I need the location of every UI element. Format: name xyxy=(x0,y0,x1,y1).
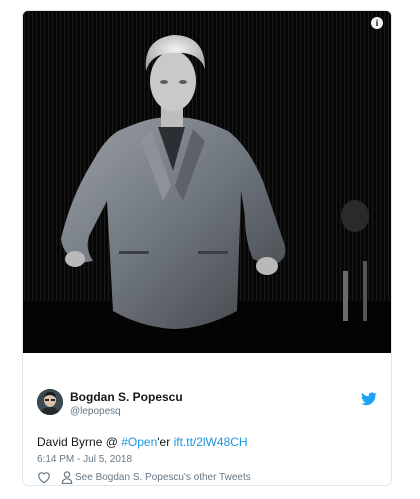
short-link[interactable]: ift.tt/2lW48CH xyxy=(174,435,248,449)
heart-icon[interactable] xyxy=(37,471,51,484)
tweet-photo[interactable]: i xyxy=(23,11,391,353)
tweet-text: David Byrne @ #Open'er ift.tt/2lW48CH xyxy=(37,435,248,449)
concert-photo-image xyxy=(23,11,391,353)
info-icon[interactable]: i xyxy=(371,17,383,29)
avatar-image xyxy=(37,389,63,415)
person-icon xyxy=(61,471,73,484)
author-name[interactable]: Bogdan S. Popescu xyxy=(70,390,183,404)
tweet-text-suffix: 'er xyxy=(157,435,174,449)
tweet-author[interactable]: Bogdan S. Popescu @lepopesq xyxy=(37,389,377,421)
hashtag-symbol: # xyxy=(121,435,128,449)
tweet-text-prefix: David Byrne @ xyxy=(37,435,122,449)
tweet-timestamp[interactable]: 6:14 PM - Jul 5, 2018 xyxy=(37,454,132,465)
author-handle[interactable]: @lepopesq xyxy=(70,406,121,417)
tweet-actions: See Bogdan S. Popescu's other Tweets xyxy=(37,471,377,485)
twitter-bird-icon[interactable] xyxy=(361,392,377,406)
embedded-tweet-card[interactable]: i Bogdan S. Popescu @lepopesq David Byrn… xyxy=(22,10,392,486)
avatar[interactable] xyxy=(37,389,63,415)
hashtag-word: Open xyxy=(127,435,158,449)
hashtag-link[interactable]: #Open xyxy=(121,435,157,449)
other-tweets-link[interactable]: See Bogdan S. Popescu's other Tweets xyxy=(75,472,251,483)
